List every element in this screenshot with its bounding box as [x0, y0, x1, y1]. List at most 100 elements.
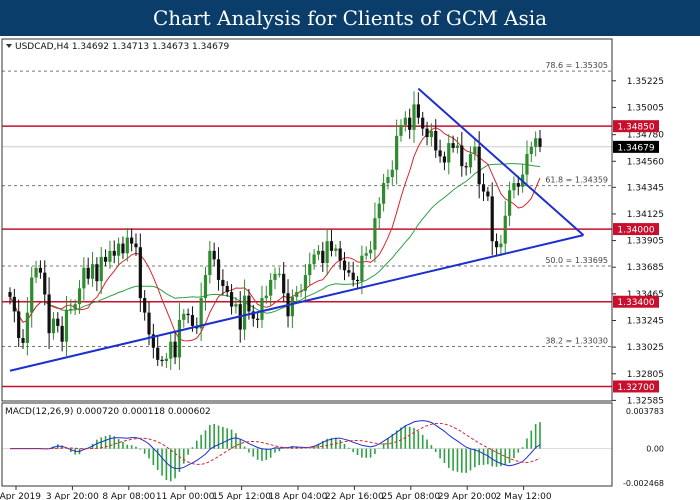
- candle-body: [234, 304, 238, 307]
- candle-body: [386, 177, 390, 184]
- candle-body: [395, 135, 399, 170]
- candle-body: [138, 247, 142, 299]
- candle-body: [499, 243, 503, 248]
- candle-body: [473, 146, 477, 155]
- candle-body: [160, 359, 164, 362]
- candle-body: [147, 312, 151, 335]
- candle-body: [77, 288, 82, 305]
- x-tick-label: 18 Apr 04:00: [269, 492, 328, 500]
- candle-body: [464, 166, 468, 168]
- candle-body: [34, 267, 38, 278]
- candle-body: [308, 264, 312, 276]
- candle-body: [507, 190, 512, 216]
- candle-body: [416, 104, 420, 118]
- symbol-label: USDCAD,H4 1.34692 1.34713 1.34673 1.3467…: [15, 42, 230, 52]
- x-tick-label: 3 Apr 20:00: [46, 492, 99, 500]
- y-tick-label: 1.34345: [627, 183, 664, 193]
- candle-body: [177, 319, 182, 358]
- macd-y-tick-label: -0.002468: [623, 479, 664, 488]
- candle-body: [382, 183, 386, 204]
- candle-body: [403, 117, 407, 125]
- candle-body: [21, 338, 25, 343]
- candle-body: [12, 296, 16, 312]
- candle-body: [143, 298, 147, 313]
- candle-body: [43, 272, 47, 295]
- x-tick-label: 15 Apr 12:00: [212, 492, 271, 500]
- candle-body: [299, 290, 303, 293]
- candle-body: [216, 259, 221, 280]
- x-tick-label: 8 Apr 08:00: [102, 492, 155, 500]
- candle-body: [108, 250, 112, 262]
- candle-body: [442, 156, 447, 163]
- candle-body: [8, 292, 12, 297]
- candle-body: [329, 241, 334, 251]
- x-tick-label: 11 Apr 00:00: [156, 492, 215, 500]
- candle-body: [412, 104, 416, 130]
- usdcad-chart: 1.352251.350051.347801.345601.343451.341…: [0, 36, 700, 500]
- candle-body: [203, 275, 208, 299]
- candle-body: [486, 191, 490, 197]
- level-label: 1.32700: [617, 383, 654, 393]
- candle-body: [282, 273, 286, 294]
- candle-body: [303, 275, 308, 291]
- candle-body: [225, 285, 229, 293]
- x-tick-label: 25 Apr 08:00: [381, 492, 440, 500]
- candle-body: [121, 243, 125, 254]
- candle-body: [399, 124, 403, 136]
- candle-body: [269, 279, 273, 296]
- y-tick-label: 1.35005: [627, 103, 664, 113]
- candle-body: [351, 272, 355, 280]
- candle-body: [95, 264, 99, 282]
- candle-body: [208, 250, 212, 276]
- candle-body: [51, 318, 56, 334]
- y-tick-label: 1.33905: [627, 237, 664, 247]
- candle-body: [264, 295, 268, 299]
- candle-body: [173, 341, 177, 358]
- candle-body: [312, 254, 316, 265]
- candle-body: [355, 279, 360, 282]
- candle-body: [86, 267, 90, 279]
- candle-body: [169, 341, 173, 359]
- candle-body: [534, 138, 538, 147]
- y-tick-label: 1.32585: [627, 396, 664, 406]
- candle-body: [17, 311, 21, 339]
- x-tick-label: 29 Apr 20:00: [438, 492, 497, 500]
- candle-body: [390, 169, 394, 178]
- candle-body: [125, 237, 129, 254]
- fib-level-label: 38.2 = 1.33030: [545, 337, 608, 346]
- candle-body: [373, 218, 377, 250]
- candle-body: [47, 294, 51, 334]
- candle-body: [229, 292, 234, 307]
- candle-body: [134, 243, 138, 248]
- macd-label: MACD(12,26,9) 0.000720 0.000118 0.000602: [5, 407, 211, 417]
- candle-body: [408, 117, 412, 130]
- candle-body: [364, 253, 368, 256]
- candle-body: [82, 267, 86, 289]
- y-tick-label: 1.33685: [627, 263, 664, 273]
- candle-body: [273, 273, 277, 280]
- candle-body: [342, 260, 347, 271]
- candle-body: [347, 270, 351, 273]
- candle-body: [468, 154, 473, 168]
- candle-body: [247, 295, 251, 312]
- fib-level-label: 78.6 = 1.35305: [545, 61, 608, 70]
- candle-body: [481, 184, 486, 192]
- candle-body: [325, 241, 329, 263]
- x-tick-label: 22 Apr 16:00: [325, 492, 384, 500]
- candle-body: [295, 292, 299, 297]
- y-tick-label: 1.34125: [627, 210, 664, 220]
- candle-body: [156, 347, 160, 360]
- candle-body: [130, 237, 134, 244]
- candle-body: [277, 273, 281, 275]
- candle-body: [25, 312, 29, 343]
- macd-y-tick-label: 0.003783: [626, 407, 664, 416]
- candle-body: [164, 358, 168, 362]
- current-price-label: 1.34679: [617, 143, 654, 153]
- candle-body: [321, 250, 325, 263]
- candle-body: [99, 256, 103, 282]
- candle-body: [377, 203, 381, 219]
- candle-body: [90, 264, 95, 279]
- candle-body: [455, 145, 460, 148]
- candle-body: [38, 267, 43, 273]
- candle-body: [69, 308, 73, 311]
